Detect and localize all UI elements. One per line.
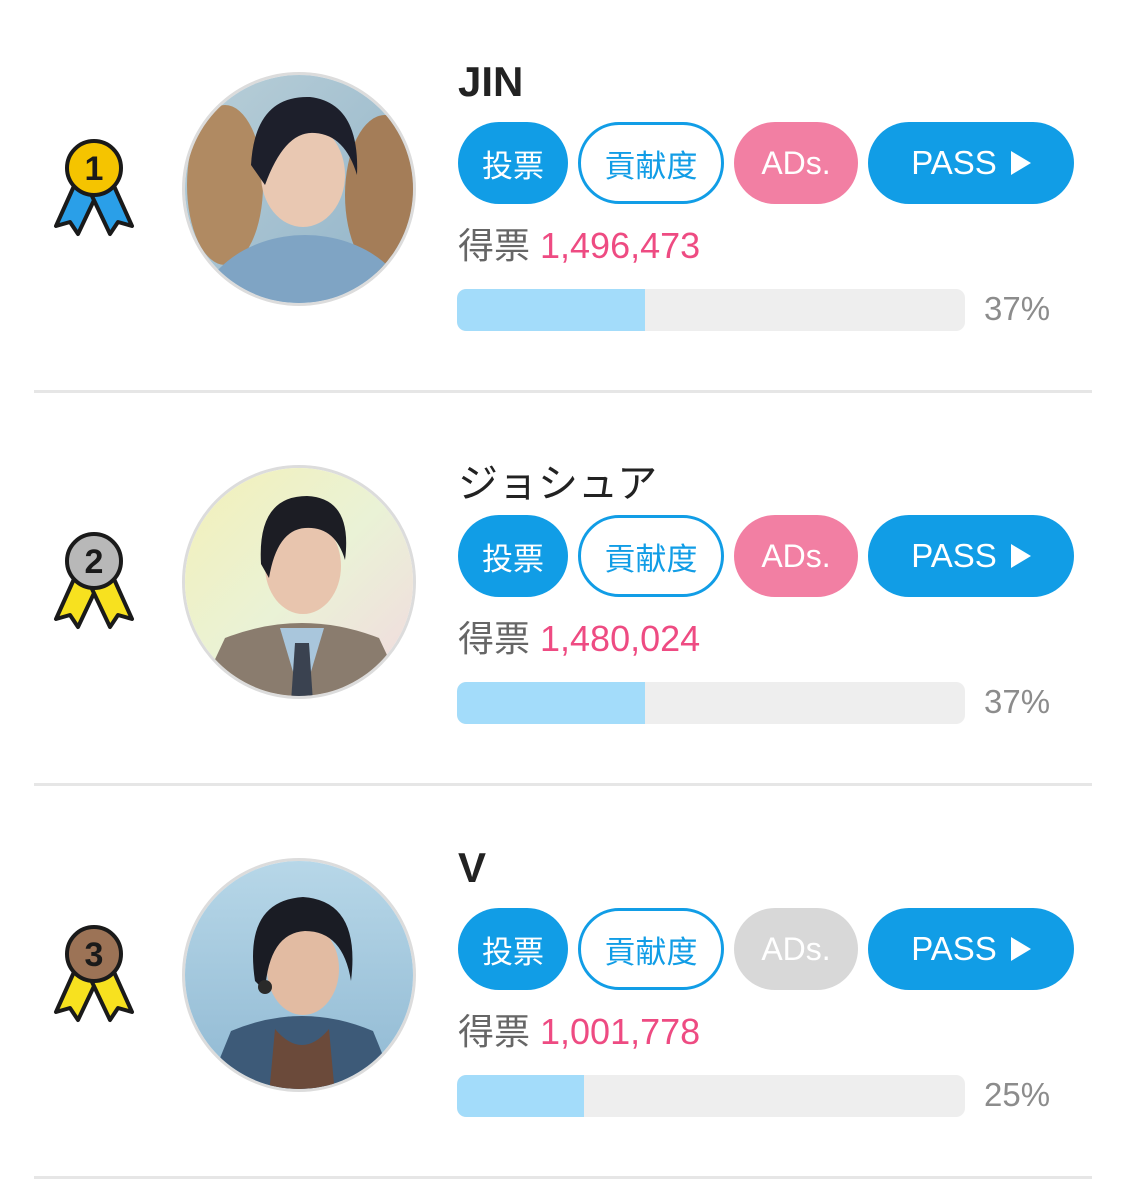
vote-total: 得票 1,496,473	[458, 224, 700, 269]
vote-share-bar-fill	[457, 1075, 584, 1117]
votes-label: 得票	[458, 619, 531, 660]
ads-button[interactable]: ADs.	[734, 908, 858, 990]
medal-rank-1-icon: 1	[54, 139, 134, 236]
contribution-button[interactable]: 貢献度	[578, 515, 724, 597]
vote-share-bar-fill	[457, 289, 645, 331]
medal-rank-3-icon: 3	[54, 925, 134, 1022]
medal-rank-number: 1	[85, 150, 104, 188]
artist-name: JIN	[458, 58, 524, 105]
ranking-list: 1 JIN 投票 貢献度 ADs. PASS 得票 1,496,473 37% …	[0, 0, 1126, 1200]
votes-count: 1,496,473	[540, 225, 701, 266]
pass-button-label: PASS	[911, 537, 997, 574]
pass-button[interactable]: PASS	[868, 515, 1074, 597]
play-icon	[1010, 544, 1031, 568]
artist-name: V	[458, 844, 487, 891]
contribution-button[interactable]: 貢献度	[578, 122, 724, 204]
vote-total: 得票 1,001,778	[458, 1010, 700, 1055]
avatar[interactable]	[182, 465, 416, 699]
play-icon	[1010, 937, 1031, 961]
play-icon	[1010, 151, 1031, 175]
vote-share-bar	[457, 682, 965, 724]
artist-name: ジョシュア	[458, 461, 658, 507]
vote-button[interactable]: 投票	[458, 122, 568, 204]
medal-rank-number: 3	[85, 936, 104, 974]
ads-button[interactable]: ADs.	[734, 122, 858, 204]
pass-button-label: PASS	[911, 930, 997, 967]
pass-button[interactable]: PASS	[868, 908, 1074, 990]
vote-share-bar	[457, 289, 965, 331]
avatar[interactable]	[182, 858, 416, 1092]
medal-rank-number: 2	[85, 543, 104, 581]
votes-count: 1,480,024	[540, 618, 701, 659]
vote-share-bar	[457, 1075, 965, 1117]
votes-count: 1,001,778	[540, 1011, 701, 1052]
medal-rank-2-icon: 2	[54, 532, 134, 629]
vote-button[interactable]: 投票	[458, 908, 568, 990]
ranking-row: 1 JIN 投票 貢献度 ADs. PASS 得票 1,496,473 37%	[0, 0, 1126, 393]
vote-share-bar-fill	[457, 682, 645, 724]
pass-button[interactable]: PASS	[868, 122, 1074, 204]
vote-button[interactable]: 投票	[458, 515, 568, 597]
votes-label: 得票	[458, 226, 531, 267]
vote-total: 得票 1,480,024	[458, 617, 700, 662]
pass-button-label: PASS	[911, 144, 997, 181]
ads-button[interactable]: ADs.	[734, 515, 858, 597]
ranking-row: 2 ジョシュア 投票 貢献度 ADs. PASS 得票 1,480,024 37…	[0, 393, 1126, 786]
vote-share-percent: 37%	[984, 683, 1051, 720]
contribution-button[interactable]: 貢献度	[578, 908, 724, 990]
row-divider	[34, 1176, 1092, 1179]
ranking-row: 3 V 投票 貢献度 ADs. PASS 得票 1,001,778 25%	[0, 786, 1126, 1179]
avatar[interactable]	[182, 72, 416, 306]
vote-share-percent: 37%	[984, 290, 1051, 327]
votes-label: 得票	[458, 1012, 531, 1053]
vote-share-percent: 25%	[984, 1076, 1051, 1113]
